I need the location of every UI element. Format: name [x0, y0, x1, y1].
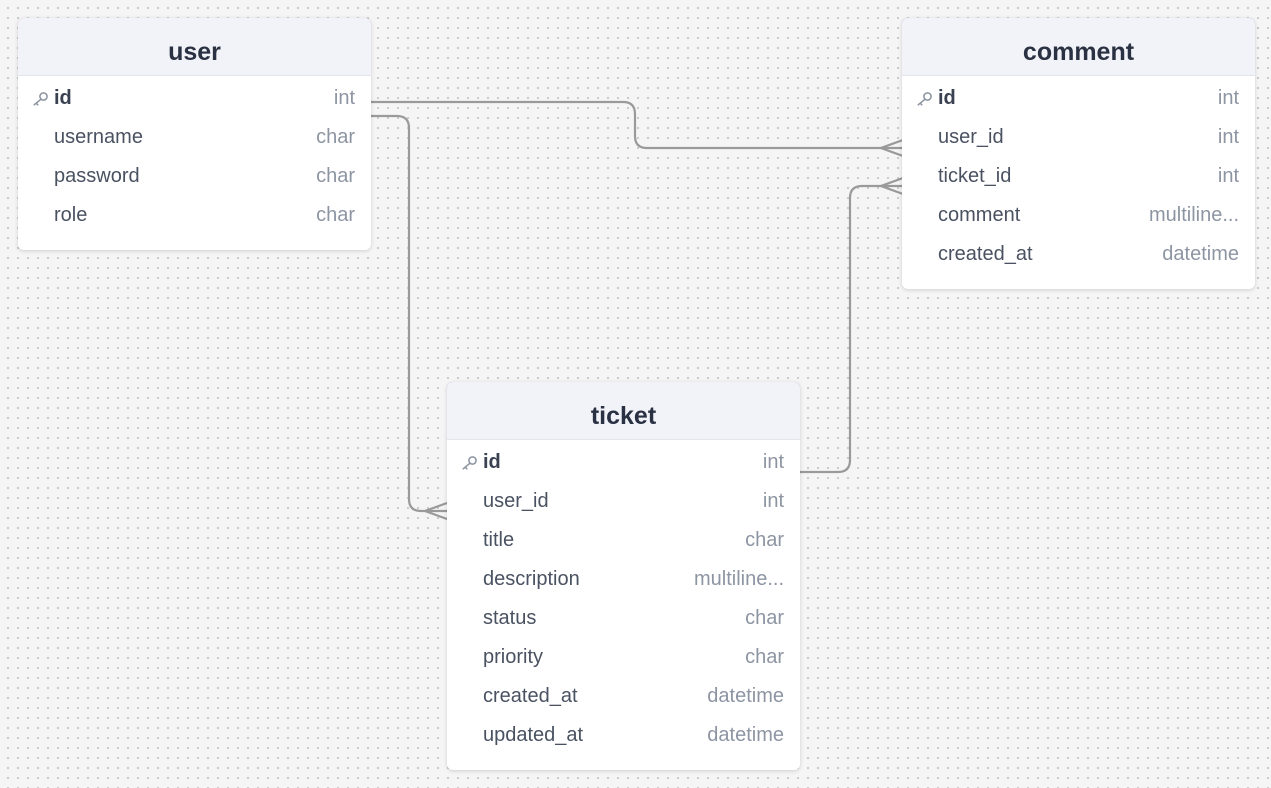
field-name: password	[54, 165, 140, 187]
connector-user-id-to-comment-user-id[interactable]	[371, 100, 903, 150]
field-row-priority[interactable]: priority char	[447, 638, 800, 677]
field-name: user_id	[483, 490, 549, 512]
field-row-status[interactable]: status char	[447, 599, 800, 638]
field-type: char	[745, 607, 784, 629]
field-type: multiline...	[693, 568, 784, 590]
table-user[interactable]: user id int username char password char role ch…	[18, 18, 371, 250]
field-type: char	[745, 646, 784, 668]
crowfoot-comment-ticket-id	[877, 176, 904, 196]
field-row-created-at[interactable]: created_at datetime	[447, 677, 800, 716]
field-name: priority	[483, 646, 544, 668]
field-type: int	[333, 87, 355, 109]
field-type: datetime	[707, 685, 784, 707]
field-name: role	[54, 204, 88, 226]
field-type: char	[316, 165, 355, 187]
field-type: int	[762, 490, 784, 512]
field-type: int	[762, 451, 784, 473]
field-row-ticket-id[interactable]: ticket_id int	[902, 157, 1255, 196]
field-type: int	[1217, 165, 1239, 187]
field-name: created_at	[938, 243, 1033, 265]
key-icon	[462, 456, 477, 470]
connector-user-id-to-ticket-user-id[interactable]	[371, 114, 447, 513]
field-name: title	[483, 529, 515, 551]
field-name: ticket_id	[938, 165, 1012, 187]
field-name: user_id	[938, 126, 1004, 148]
key-icon	[917, 92, 932, 106]
field-name: created_at	[483, 685, 578, 707]
field-name: username	[54, 126, 143, 148]
table-title[interactable]: comment	[902, 18, 1255, 76]
field-type: char	[316, 204, 355, 226]
table-ticket[interactable]: ticket id int user_id int title char descripti…	[447, 382, 800, 770]
table-title[interactable]: user	[18, 18, 371, 76]
field-name: status	[483, 607, 537, 629]
field-name: id	[483, 451, 501, 473]
field-row-comment[interactable]: comment multiline...	[902, 196, 1255, 235]
field-type: char	[316, 126, 355, 148]
field-list: id int user_id int ticket_id int comment multil…	[902, 76, 1255, 274]
field-row-title[interactable]: title char	[447, 521, 800, 560]
field-row-user-id[interactable]: user_id int	[902, 118, 1255, 157]
crowfoot-comment-user-id	[877, 138, 904, 158]
table-title[interactable]: ticket	[447, 382, 800, 440]
field-name: description	[483, 568, 580, 590]
field-row-password[interactable]: password char	[18, 157, 371, 196]
crowfoot-ticket-user-id	[421, 501, 448, 521]
field-type: int	[1217, 87, 1239, 109]
field-row-id[interactable]: id int	[18, 79, 371, 118]
field-row-description[interactable]: description multiline...	[447, 560, 800, 599]
field-type: int	[1217, 126, 1239, 148]
field-row-user-id[interactable]: user_id int	[447, 482, 800, 521]
field-type: char	[745, 529, 784, 551]
field-row-id[interactable]: id int	[447, 443, 800, 482]
field-name: updated_at	[483, 724, 584, 746]
field-type: datetime	[1162, 243, 1239, 265]
field-list: id int username char password char role char	[18, 76, 371, 235]
field-list: id int user_id int title char description multi…	[447, 440, 800, 755]
field-row-username[interactable]: username char	[18, 118, 371, 157]
field-type: multiline...	[1148, 204, 1239, 226]
field-type: datetime	[707, 724, 784, 746]
connector-ticket-id-to-comment-ticket-id[interactable]	[800, 184, 903, 474]
table-comment[interactable]: comment id int user_id int ticket_id int comme…	[902, 18, 1255, 289]
field-row-role[interactable]: role char	[18, 196, 371, 235]
key-icon	[33, 92, 48, 106]
field-row-created-at[interactable]: created_at datetime	[902, 235, 1255, 274]
field-row-updated-at[interactable]: updated_at datetime	[447, 716, 800, 755]
field-name: comment	[938, 204, 1021, 226]
field-name: id	[54, 87, 72, 109]
field-row-id[interactable]: id int	[902, 79, 1255, 118]
field-name: id	[938, 87, 956, 109]
